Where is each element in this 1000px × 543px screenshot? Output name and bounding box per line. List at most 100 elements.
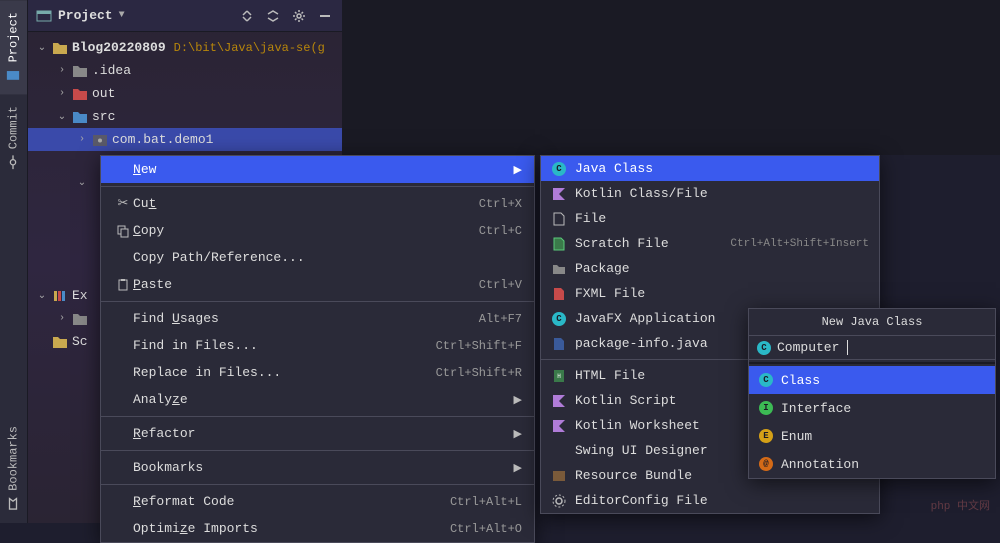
folder-icon — [52, 41, 68, 55]
menu-separator — [101, 186, 534, 187]
menu-label: Analyze — [133, 392, 514, 407]
tree-label: com.bat.demo1 — [112, 132, 213, 147]
folder-icon — [72, 64, 88, 78]
project-view-icon — [36, 8, 52, 24]
copy-icon — [113, 224, 133, 238]
watermark: php 中文网 — [931, 497, 990, 513]
sub-item-javaclass[interactable]: C Java Class — [541, 156, 879, 181]
sub-label: EditorConfig File — [575, 493, 869, 508]
gear-icon[interactable] — [290, 7, 308, 25]
kotlin-icon — [551, 186, 567, 202]
expand-all-icon[interactable] — [264, 7, 282, 25]
popup-input-row[interactable]: C Computer — [749, 336, 995, 360]
menu-label: Find in Files... — [133, 338, 436, 353]
menu-item-copypath[interactable]: Copy Path/Reference... — [101, 244, 534, 271]
menu-item-reformat[interactable]: Reformat Code Ctrl+Alt+L — [101, 488, 534, 515]
menu-item-paste[interactable]: Paste Ctrl+V — [101, 271, 534, 298]
sub-item-editorconfig[interactable]: EditorConfig File — [541, 488, 879, 513]
gutter-tab-project[interactable]: Project — [0, 0, 27, 94]
menu-item-cut[interactable]: ✂ Cut Ctrl+X — [101, 190, 534, 217]
menu-label: Cut — [133, 196, 479, 211]
menu-label: Copy Path/Reference... — [133, 250, 522, 265]
menu-item-replaceinfiles[interactable]: Replace in Files... Ctrl+Shift+R — [101, 359, 534, 386]
popup-item-label: Enum — [781, 429, 812, 444]
menu-item-findinfiles[interactable]: Find in Files... Ctrl+Shift+F — [101, 332, 534, 359]
left-gutter: Project Commit Bookmarks — [0, 0, 28, 523]
menu-label: Find Usages — [133, 311, 479, 326]
gutter-tab-commit[interactable]: Commit — [0, 94, 27, 181]
gear-icon — [551, 493, 567, 509]
sub-label: Java Class — [575, 161, 869, 176]
select-opened-file-icon[interactable] — [238, 7, 256, 25]
submenu-arrow-icon: ▶ — [514, 427, 522, 441]
menu-item-findusages[interactable]: Find Usages Alt+F7 — [101, 305, 534, 332]
sub-label: Scratch File — [575, 236, 722, 251]
context-menu: New ▶ ✂ Cut Ctrl+X Copy Ctrl+C Copy Path… — [100, 155, 535, 543]
menu-item-new[interactable]: New ▶ — [101, 156, 534, 183]
panel-title-text: Project — [58, 8, 113, 23]
minimize-icon[interactable] — [316, 7, 334, 25]
folder-icon — [72, 312, 88, 326]
sub-item-file[interactable]: File — [541, 206, 879, 231]
gutter-label: Bookmarks — [7, 426, 21, 491]
menu-shortcut: Ctrl+Shift+F — [436, 339, 522, 353]
tree-row-package[interactable]: › com.bat.demo1 — [28, 128, 342, 151]
menu-label: Copy — [133, 223, 479, 238]
sub-label: File — [575, 211, 869, 226]
gutter-label: Commit — [7, 106, 21, 149]
popup-item-class[interactable]: C Class — [749, 366, 995, 394]
menu-label: Replace in Files... — [133, 365, 436, 380]
menu-label: Paste — [133, 277, 479, 292]
panel-title-dropdown[interactable]: Project ▼ — [36, 8, 238, 24]
sub-label: Kotlin Class/File — [575, 186, 869, 201]
interface-icon: I — [759, 401, 773, 415]
menu-item-bookmarks[interactable]: Bookmarks ▶ — [101, 454, 534, 481]
popup-item-label: Class — [781, 373, 820, 388]
popup-title: New Java Class — [749, 309, 995, 336]
popup-item-interface[interactable]: I Interface — [749, 394, 995, 422]
sub-item-package[interactable]: Package — [541, 256, 879, 281]
menu-item-optimize[interactable]: Optimize Imports Ctrl+Alt+O — [101, 515, 534, 542]
chevron-down-icon: ⌄ — [56, 111, 68, 123]
tree-row-out[interactable]: › out — [28, 82, 342, 105]
menu-shortcut: Ctrl+V — [479, 278, 522, 292]
menu-shortcut: Ctrl+X — [479, 197, 522, 211]
file-icon — [551, 211, 567, 227]
gutter-tab-bookmarks[interactable]: Bookmarks — [0, 414, 27, 523]
tree-path: D:\bit\Java\java-se(g — [174, 41, 325, 55]
folder-icon — [72, 110, 88, 124]
popup-item-enum[interactable]: E Enum — [749, 422, 995, 450]
scratch-file-icon — [551, 236, 567, 252]
bundle-icon — [551, 468, 567, 484]
submenu-arrow-icon: ▶ — [514, 393, 522, 407]
menu-shortcut: Ctrl+Alt+L — [450, 495, 522, 509]
enum-icon: E — [759, 429, 773, 443]
menu-shortcut: Alt+F7 — [479, 312, 522, 326]
sub-item-kotlinclass[interactable]: Kotlin Class/File — [541, 181, 879, 206]
menu-separator — [101, 416, 534, 417]
menu-item-refactor[interactable]: Refactor ▶ — [101, 420, 534, 447]
menu-separator — [101, 301, 534, 302]
chevron-right-icon: › — [76, 134, 88, 145]
tree-row-idea[interactable]: › .idea — [28, 59, 342, 82]
tree-row-src[interactable]: ⌄ src — [28, 105, 342, 128]
class-name-input[interactable]: Computer — [777, 340, 987, 355]
panel-header: Project ▼ — [28, 0, 342, 32]
menu-label: Refactor — [133, 426, 514, 441]
menu-label: Reformat Code — [133, 494, 450, 509]
folder-icon — [72, 87, 88, 101]
popup-item-annotation[interactable]: @ Annotation — [749, 450, 995, 478]
sub-shortcut: Ctrl+Alt+Shift+Insert — [730, 238, 869, 250]
sub-item-fxml[interactable]: FXML File — [541, 281, 879, 306]
sub-item-scratchfile[interactable]: Scratch File Ctrl+Alt+Shift+Insert — [541, 231, 879, 256]
package-icon — [92, 133, 108, 147]
chevron-right-icon: › — [56, 313, 68, 324]
menu-item-copy[interactable]: Copy Ctrl+C — [101, 217, 534, 244]
submenu-arrow-icon: ▶ — [514, 461, 522, 475]
gutter-label: Project — [7, 12, 21, 62]
html-icon: H — [551, 368, 567, 384]
java-file-icon — [551, 336, 567, 352]
menu-item-analyze[interactable]: Analyze ▶ — [101, 386, 534, 413]
popup-separator — [749, 362, 995, 364]
tree-row-root[interactable]: ⌄ Blog20220809 D:\bit\Java\java-se(g — [28, 36, 342, 59]
